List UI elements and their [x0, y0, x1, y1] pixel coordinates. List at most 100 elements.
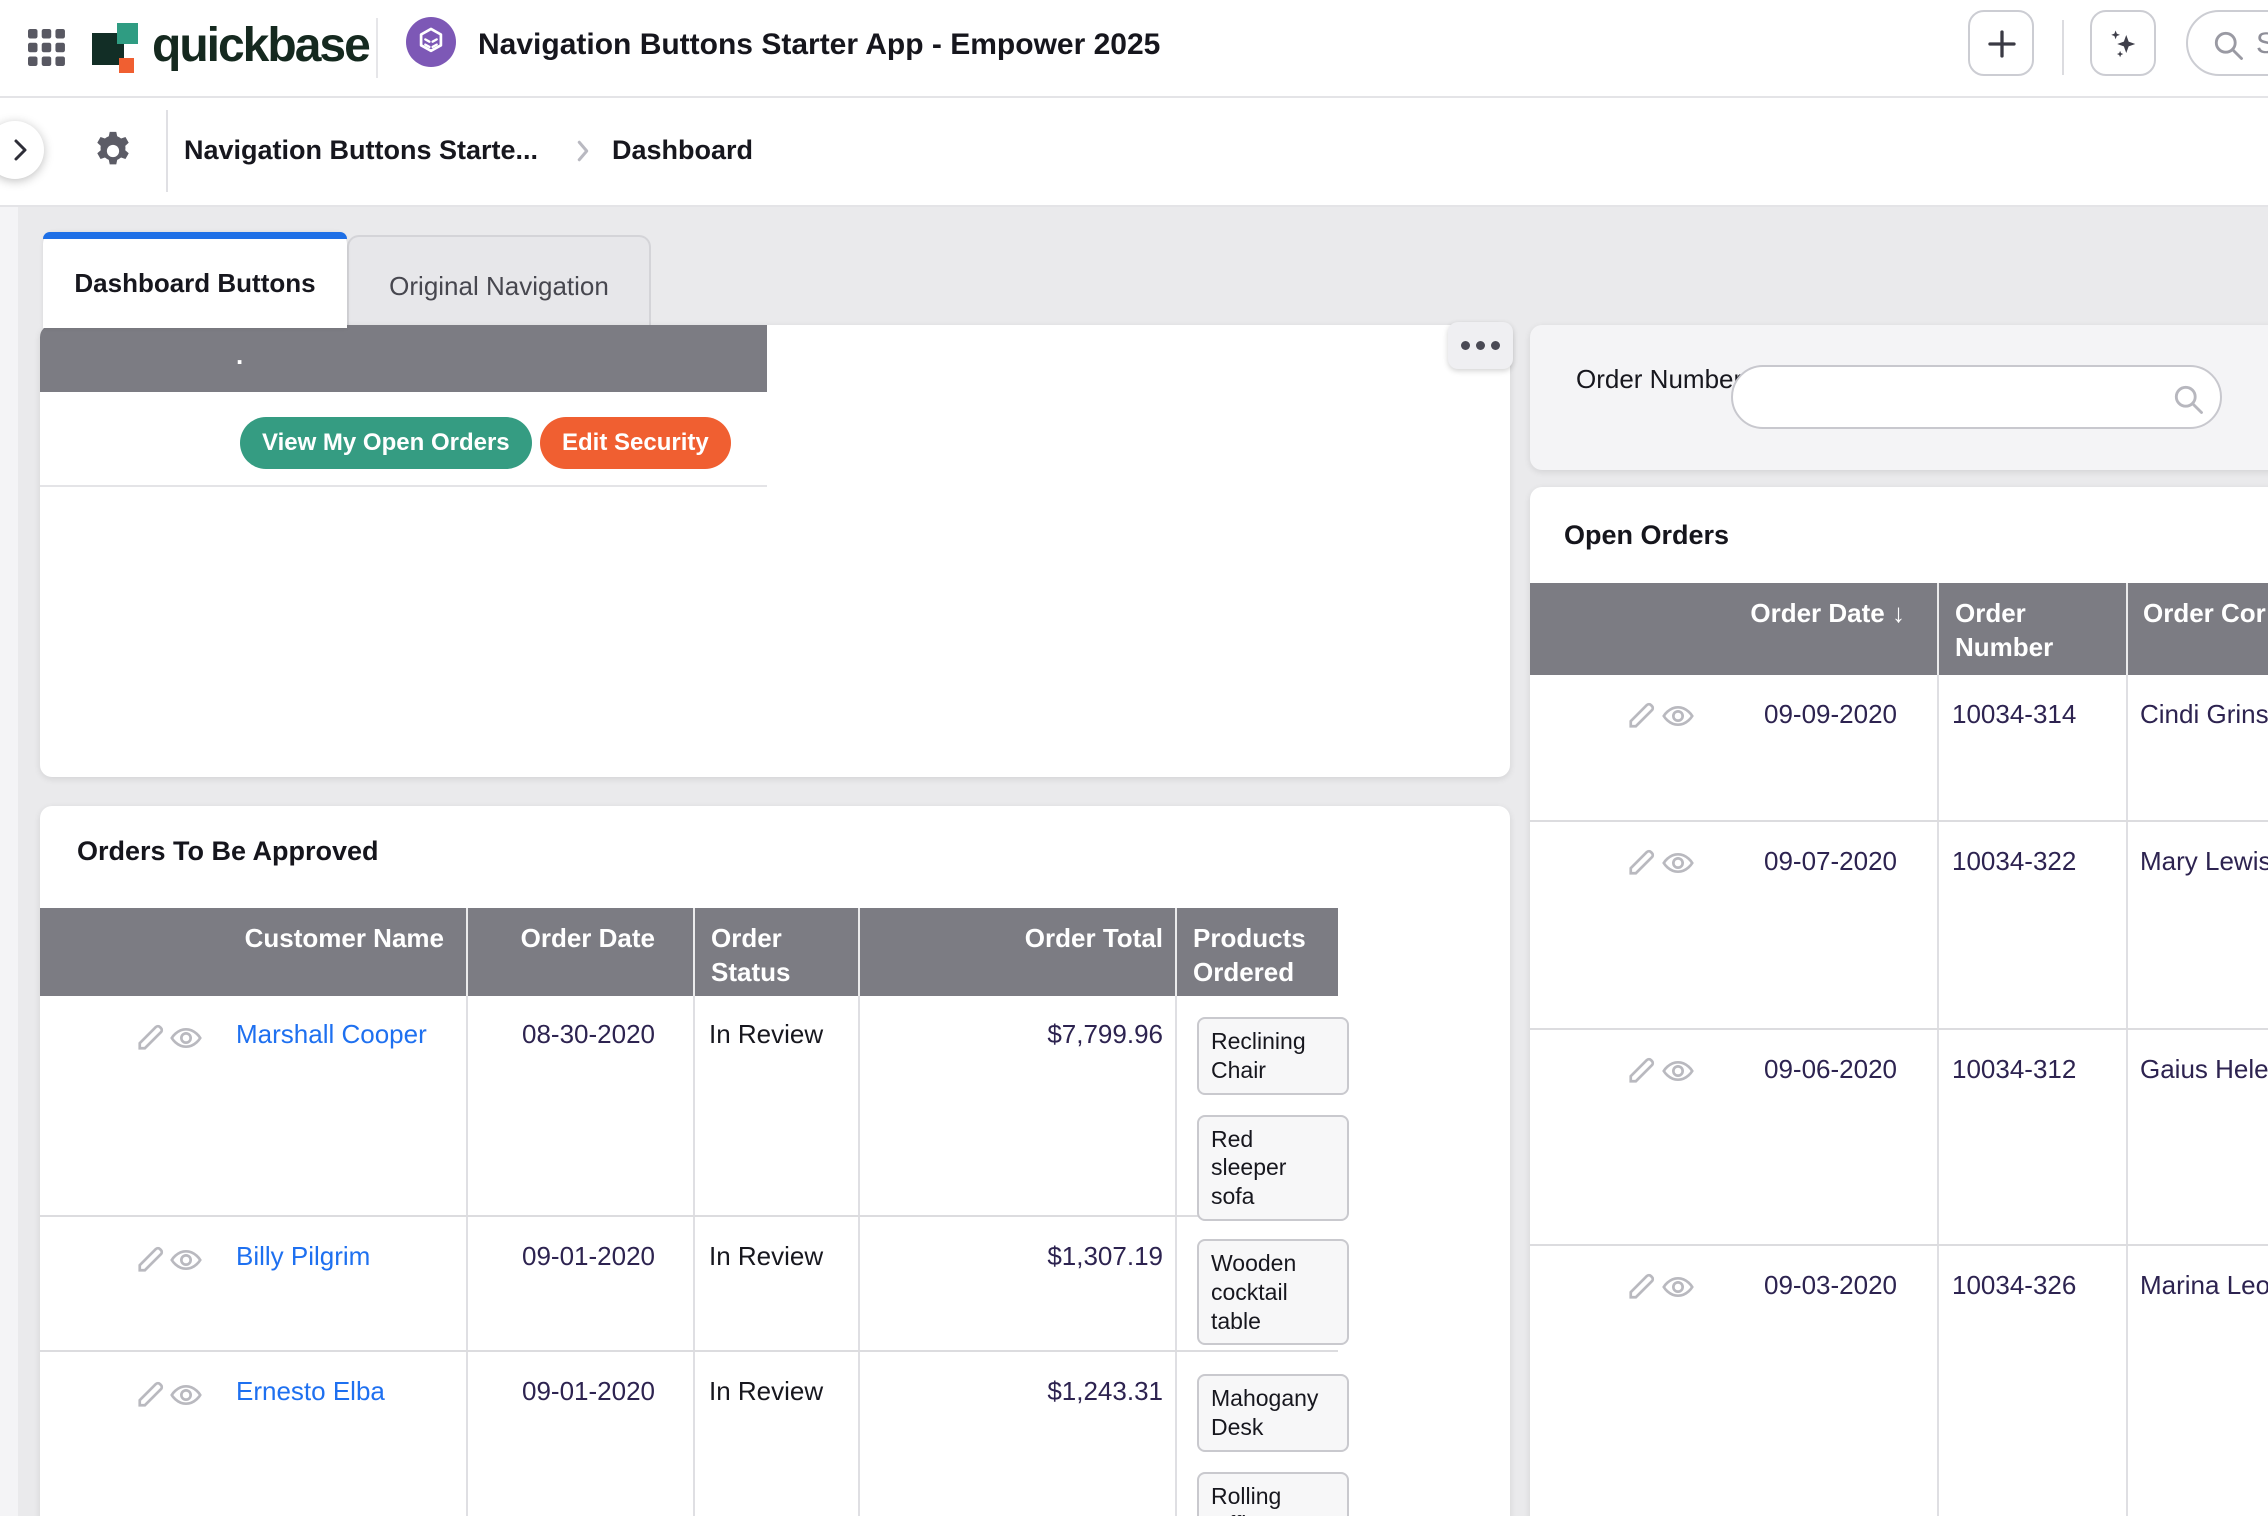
table-row: 09-09-2020 10034-314 Cindi Grins	[1530, 675, 2268, 822]
quickbase-wordmark[interactable]: quickbase	[152, 18, 369, 73]
widget-bottom-border	[40, 485, 767, 487]
quickbase-logo-icon[interactable]	[92, 23, 142, 73]
order-date-cell: 09-07-2020	[1530, 846, 1897, 877]
ellipsis-icon	[1448, 322, 1513, 369]
search-icon	[2210, 27, 2246, 63]
order-date-cell: 09-01-2020	[466, 1241, 655, 1272]
add-new-button[interactable]	[1968, 10, 2034, 76]
breadcrumb-current-page: Dashboard	[612, 135, 753, 166]
col-order-contact[interactable]: Order Cor	[2126, 583, 2268, 675]
app-switcher-grid-icon[interactable]	[28, 29, 66, 67]
open-orders-table-header: Order Date ↓ Order Number Order Cor	[1530, 583, 2268, 675]
col-order-number[interactable]: Order Number	[1937, 583, 2126, 675]
global-search-input[interactable]	[2254, 18, 2268, 70]
table-row: Marshall Cooper 08-30-2020 In Review $7,…	[40, 995, 1338, 1217]
widget-header-bar: .	[40, 325, 767, 392]
collapsed-left-rail	[0, 207, 18, 1516]
product-chip: Reclining Chair	[1197, 1017, 1349, 1095]
breadcrumb-divider	[166, 110, 168, 192]
customer-name-link[interactable]: Billy Pilgrim	[236, 1241, 370, 1272]
order-total-cell: $1,307.19	[858, 1241, 1163, 1272]
col-order-date[interactable]: Order Date	[466, 908, 693, 996]
product-chip: Red sleeper sofa	[1197, 1115, 1349, 1221]
table-row: 09-07-2020 10034-322 Mary Lewis	[1530, 822, 2268, 1030]
orders-to-be-approved-card: Orders To Be Approved Customer Name Orde…	[40, 806, 1510, 1516]
widget-more-options-button[interactable]	[1448, 322, 1513, 369]
order-date-cell: 09-06-2020	[1530, 1054, 1897, 1085]
order-number-search-card: Order Number	[1530, 325, 2268, 470]
table-row: Billy Pilgrim 09-01-2020 In Review $1,30…	[40, 1217, 1338, 1352]
tab-original-navigation[interactable]: Original Navigation	[347, 235, 651, 328]
top-header: quickbase Navigation Buttons Starter App…	[0, 0, 2268, 98]
order-date-cell: 08-30-2020	[466, 1019, 655, 1050]
logo-orange-square	[119, 58, 134, 73]
customer-name-link[interactable]: Ernesto Elba	[236, 1376, 385, 1407]
products-ordered-cell: Reclining Chair Red sleeper sofa	[1197, 1017, 1349, 1241]
col-products-ordered[interactable]: Products Ordered	[1175, 908, 1338, 996]
tab-dashboard-buttons[interactable]: Dashboard Buttons	[43, 232, 347, 328]
view-record-icon[interactable]	[168, 1020, 204, 1056]
order-contact-cell: Marina Leo	[2140, 1270, 2268, 1301]
table-row: 09-03-2020 10034-326 Marina Leo	[1530, 1246, 2268, 1516]
search-icon	[2170, 381, 2206, 417]
buttons-widget-card: . View My Open Orders Edit Security	[40, 325, 1510, 777]
header-divider	[376, 18, 378, 78]
edit-record-icon[interactable]	[133, 1019, 169, 1055]
table-row: Ernesto Elba 09-01-2020 In Review $1,243…	[40, 1352, 1338, 1516]
logo-teal-square	[117, 23, 138, 44]
plus-icon	[1984, 26, 2020, 62]
edit-security-button[interactable]: Edit Security	[540, 417, 731, 469]
order-number-search-box	[1731, 365, 2222, 429]
table-row: 09-06-2020 10034-312 Gaius Hele	[1530, 1030, 2268, 1246]
product-chip: Rolling Office	[1197, 1472, 1349, 1516]
order-number-cell: 10034-322	[1952, 846, 2076, 877]
order-status-cell: In Review	[709, 1376, 823, 1407]
page-title: Navigation Buttons Starter App - Empower…	[478, 28, 1160, 62]
order-contact-cell: Cindi Grins	[2140, 699, 2268, 730]
quickbase-dashboard: quickbase Navigation Buttons Starter App…	[0, 0, 2268, 1516]
product-chip: Wooden cocktail table	[1197, 1239, 1349, 1345]
breadcrumb-chevron-icon	[568, 136, 598, 166]
order-date-cell: 09-01-2020	[466, 1376, 655, 1407]
product-chip: Mahogany Desk	[1197, 1374, 1349, 1452]
open-orders-card: Open Orders Order Date ↓ Order Number Or…	[1530, 487, 2268, 1516]
view-record-icon[interactable]	[168, 1377, 204, 1413]
order-status-cell: In Review	[709, 1241, 823, 1272]
col-customer-name[interactable]: Customer Name	[40, 908, 466, 996]
sort-descending-icon: ↓	[1892, 598, 1905, 628]
order-number-label: Order Number	[1576, 362, 1746, 396]
breadcrumb-bar: Navigation Buttons Starte... Dashboard	[0, 98, 2268, 207]
order-contact-cell: Mary Lewis	[2140, 846, 2268, 877]
order-date-cell: 09-03-2020	[1530, 1270, 1897, 1301]
customer-name-link[interactable]: Marshall Cooper	[236, 1019, 427, 1050]
order-total-cell: $7,799.96	[858, 1019, 1163, 1050]
order-total-cell: $1,243.31	[858, 1376, 1163, 1407]
view-my-open-orders-button[interactable]: View My Open Orders	[240, 417, 532, 469]
col-order-date-sorted[interactable]: Order Date ↓	[1530, 583, 1937, 675]
app-icon	[406, 17, 456, 67]
col-order-status[interactable]: Order Status	[693, 908, 858, 996]
edit-record-icon[interactable]	[133, 1241, 169, 1277]
order-contact-cell: Gaius Hele	[2140, 1054, 2268, 1085]
order-number-cell: 10034-326	[1952, 1270, 2076, 1301]
order-number-cell: 10034-314	[1952, 699, 2076, 730]
order-status-cell: In Review	[709, 1019, 823, 1050]
open-orders-title: Open Orders	[1564, 520, 1729, 551]
order-number-cell: 10034-312	[1952, 1054, 2076, 1085]
products-ordered-cell: Wooden cocktail table	[1197, 1239, 1349, 1365]
expand-sidebar-button[interactable]	[0, 121, 44, 179]
ai-assistant-button[interactable]	[2090, 10, 2156, 76]
orders-table-header: Customer Name Order Date Order Status Or…	[40, 908, 1338, 996]
col-order-total[interactable]: Order Total	[858, 908, 1175, 996]
order-date-cell: 09-09-2020	[1530, 699, 1897, 730]
order-number-input[interactable]	[1759, 375, 2153, 421]
products-ordered-cell: Mahogany Desk Rolling Office	[1197, 1374, 1349, 1516]
edit-record-icon[interactable]	[133, 1376, 169, 1412]
settings-gear-icon[interactable]	[90, 128, 136, 174]
breadcrumb-app-name[interactable]: Navigation Buttons Starte...	[184, 135, 538, 166]
chevron-right-icon	[8, 137, 32, 163]
orders-to-be-approved-title: Orders To Be Approved	[77, 836, 379, 867]
global-search-box[interactable]	[2186, 10, 2268, 76]
view-record-icon[interactable]	[168, 1242, 204, 1278]
header-divider	[2062, 20, 2064, 75]
